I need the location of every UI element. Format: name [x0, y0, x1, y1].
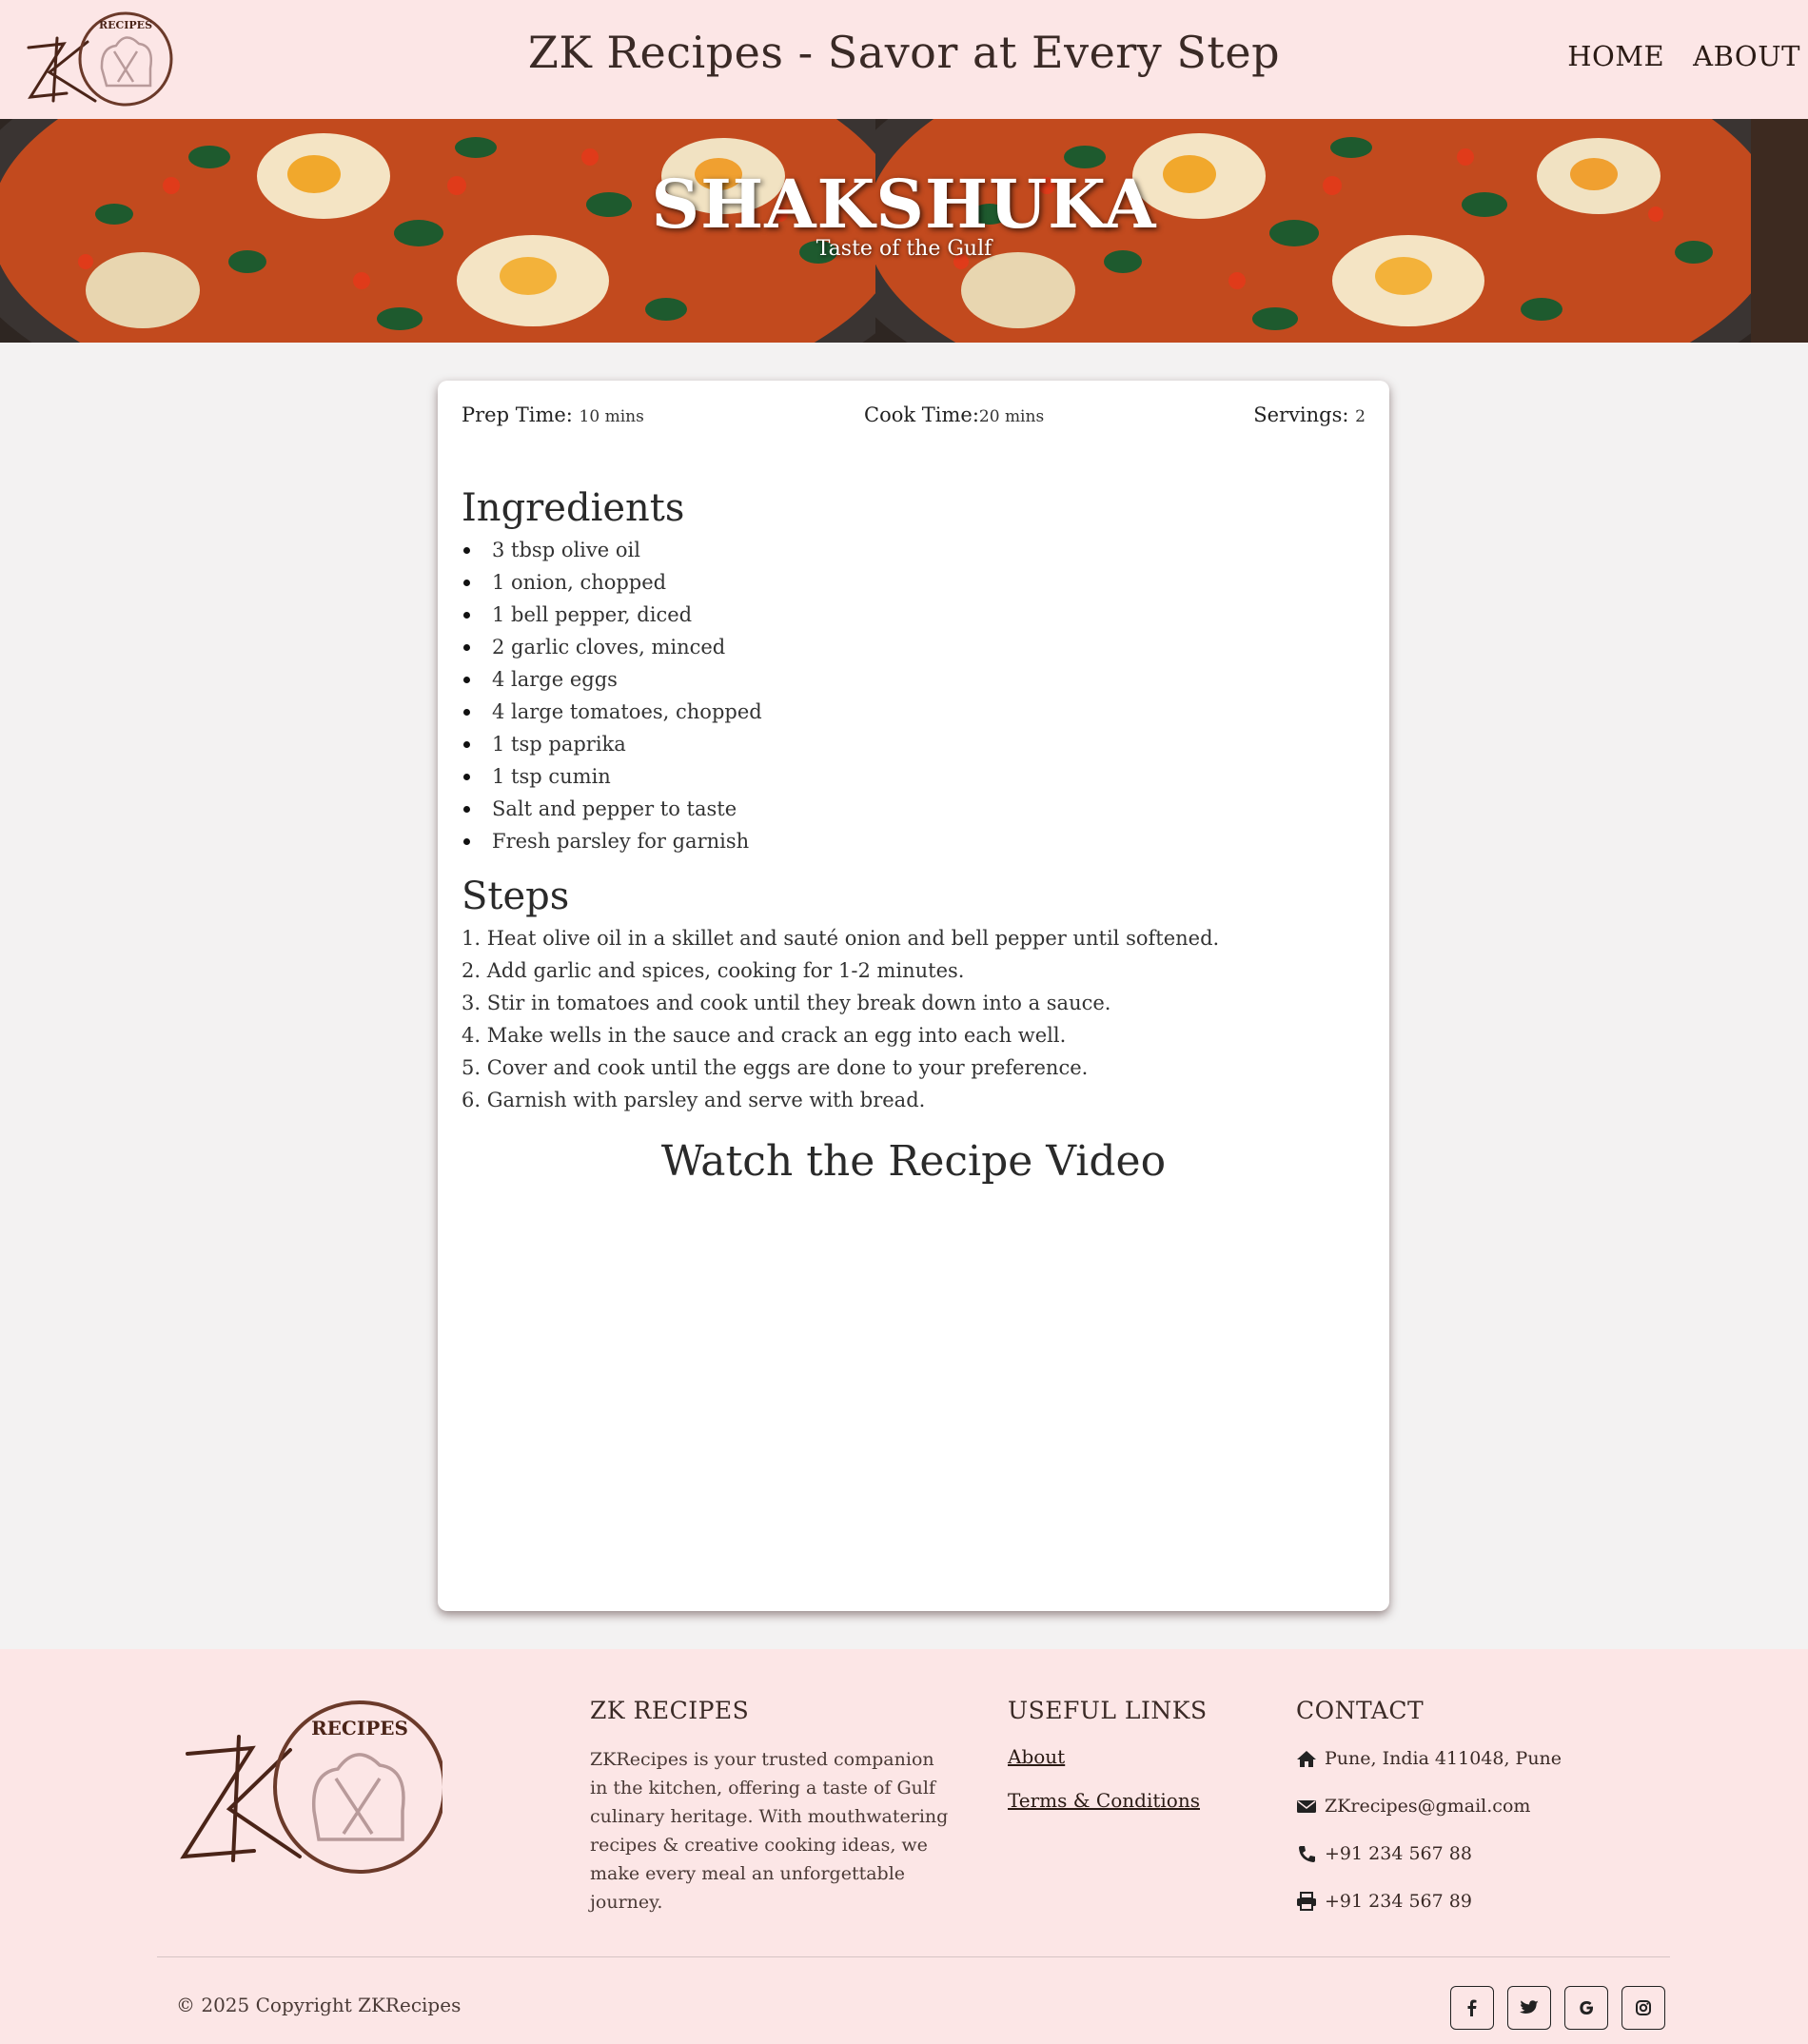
video-embed[interactable]	[462, 1195, 1366, 1595]
footer-links-heading: USEFUL LINKS	[1008, 1697, 1208, 1724]
footer-links: USEFUL LINKS About Terms & Conditions	[1008, 1697, 1208, 1833]
site-footer: RECIPES ZK RECIPES ZKRecipes is your tru…	[0, 1649, 1808, 2044]
cook-time: Cook Time:20 mins	[864, 403, 1044, 426]
ingredient-item: 1 tsp cumin	[462, 760, 1366, 793]
ingredients-heading: Ingredients	[462, 486, 685, 530]
site-header: RECIPES ZK Recipes - Savor at Every Step…	[0, 0, 1808, 119]
nav-home-link[interactable]: HOME	[1567, 40, 1664, 72]
step-item: 1. Heat olive oil in a skillet and sauté…	[462, 927, 1220, 950]
footer-link-about[interactable]: About	[1008, 1745, 1208, 1768]
ingredient-item: 1 bell pepper, diced	[462, 599, 1366, 631]
facebook-icon	[1467, 1999, 1477, 2016]
hero-banner: SHAKSHUKA Taste of the Gulf	[0, 119, 1808, 343]
recipe-meta: Prep Time: 10 mins Cook Time:20 mins Ser…	[462, 402, 1366, 436]
footer-about-text: ZKRecipes is your trusted companion in t…	[590, 1749, 949, 1913]
step-item: 2. Add garlic and spices, cooking for 1-…	[462, 959, 965, 982]
contact-address: Pune, India 411048, Pune	[1296, 1745, 1562, 1772]
recipe-card: Prep Time: 10 mins Cook Time:20 mins Ser…	[438, 381, 1389, 1611]
contact-email: ZKrecipes@gmail.com	[1296, 1793, 1562, 1819]
steps-heading: Steps	[462, 875, 570, 918]
recipe-subtitle: Taste of the Gulf	[816, 237, 992, 261]
instagram-icon	[1636, 2000, 1651, 2015]
ingredient-item: 1 onion, chopped	[462, 566, 1366, 599]
nav-about-link[interactable]: ABOUT	[1693, 40, 1800, 72]
footer-contact: CONTACT Pune, India 411048, Pune ZKrecip…	[1296, 1697, 1562, 1936]
contact-fax: +91 234 567 89	[1296, 1888, 1562, 1915]
google-button[interactable]	[1564, 1986, 1608, 2030]
contact-address-text: Pune, India 411048, Pune	[1325, 1748, 1562, 1769]
ingredient-item: 4 large tomatoes, chopped	[462, 696, 1366, 728]
footer-link-terms[interactable]: Terms & Conditions	[1008, 1789, 1208, 1812]
twitter-button[interactable]	[1507, 1986, 1551, 2030]
instagram-button[interactable]	[1621, 1986, 1665, 2030]
contact-email-text: ZKrecipes@gmail.com	[1325, 1796, 1531, 1817]
social-links	[1450, 1986, 1665, 2030]
logo-graphic: RECIPES	[180, 1700, 446, 1874]
footer-divider	[157, 1956, 1670, 1957]
cook-time-label: Cook Time:	[864, 403, 979, 426]
servings-label: Servings:	[1253, 403, 1349, 426]
site-title: ZK Recipes - Savor at Every Step	[527, 27, 1281, 78]
twitter-icon	[1520, 2000, 1539, 2014]
step-item: 6. Garnish with parsley and serve with b…	[462, 1089, 926, 1111]
google-icon	[1580, 2001, 1593, 2015]
footer-logo: RECIPES	[176, 1697, 446, 1877]
ingredient-item: 1 tsp paprika	[462, 728, 1366, 760]
contact-phone-text: +91 234 567 88	[1325, 1843, 1472, 1864]
contact-fax-text: +91 234 567 89	[1325, 1891, 1472, 1912]
cook-time-value: 20 mins	[978, 407, 1045, 426]
prep-time: Prep Time: 10 mins	[462, 403, 644, 426]
steps-list: 1. Heat olive oil in a skillet and sauté…	[462, 922, 1366, 1116]
ingredient-item: Salt and pepper to taste	[462, 793, 1366, 825]
home-icon	[1297, 1751, 1316, 1767]
prep-time-value: 10 mins	[579, 407, 644, 426]
facebook-button[interactable]	[1450, 1986, 1494, 2030]
envelope-icon	[1297, 1800, 1316, 1813]
ingredients-list: 3 tbsp olive oil 1 onion, chopped 1 bell…	[462, 534, 1366, 857]
ingredient-item: 2 garlic cloves, minced	[462, 631, 1366, 663]
prep-time-label: Prep Time:	[462, 403, 573, 426]
step-item: 5. Cover and cook until the eggs are don…	[462, 1056, 1089, 1079]
video-heading: Watch the Recipe Video	[660, 1137, 1167, 1186]
phone-icon	[1299, 1846, 1315, 1862]
step-item: 4. Make wells in the sauce and crack an …	[462, 1024, 1067, 1047]
ingredient-item: 3 tbsp olive oil	[462, 534, 1366, 566]
servings: Servings: 2	[1253, 403, 1366, 426]
logo-text: RECIPES	[311, 1717, 408, 1739]
servings-value: 2	[1355, 407, 1366, 426]
printer-icon	[1297, 1892, 1316, 1911]
contact-phone: +91 234 567 88	[1296, 1840, 1562, 1867]
copyright-text: © 2025 Copyright ZKRecipes	[176, 1994, 462, 2016]
footer-about: ZK RECIPES ZKRecipes is your trusted com…	[590, 1697, 952, 1916]
footer-contact-heading: CONTACT	[1296, 1697, 1425, 1724]
main-nav: HOME ABOUT	[1567, 40, 1800, 72]
step-item: 3. Stir in tomatoes and cook until they …	[462, 992, 1111, 1014]
ingredient-item: 4 large eggs	[462, 663, 1366, 696]
recipe-title: SHAKSHUKA	[651, 165, 1157, 244]
footer-about-heading: ZK RECIPES	[590, 1697, 750, 1724]
ingredient-item: Fresh parsley for garnish	[462, 825, 1366, 857]
